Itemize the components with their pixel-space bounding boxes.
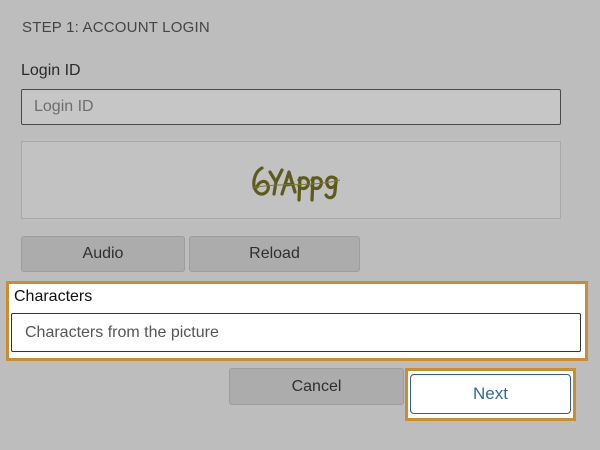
reload-captcha-button[interactable]: Reload xyxy=(189,236,360,272)
step-title: STEP 1: ACCOUNT LOGIN xyxy=(22,19,210,36)
characters-label: Characters xyxy=(14,288,93,305)
next-button-highlight: Next xyxy=(405,368,576,421)
captcha-image xyxy=(251,166,341,202)
characters-input[interactable] xyxy=(11,313,581,352)
characters-field-highlight: Characters xyxy=(6,281,588,361)
login-id-label: Login ID xyxy=(21,62,81,79)
audio-captcha-button[interactable]: Audio xyxy=(21,236,185,272)
captcha-box xyxy=(21,141,561,219)
next-button[interactable]: Next xyxy=(410,374,571,414)
cancel-button[interactable]: Cancel xyxy=(229,368,404,405)
login-id-input[interactable] xyxy=(21,89,561,125)
